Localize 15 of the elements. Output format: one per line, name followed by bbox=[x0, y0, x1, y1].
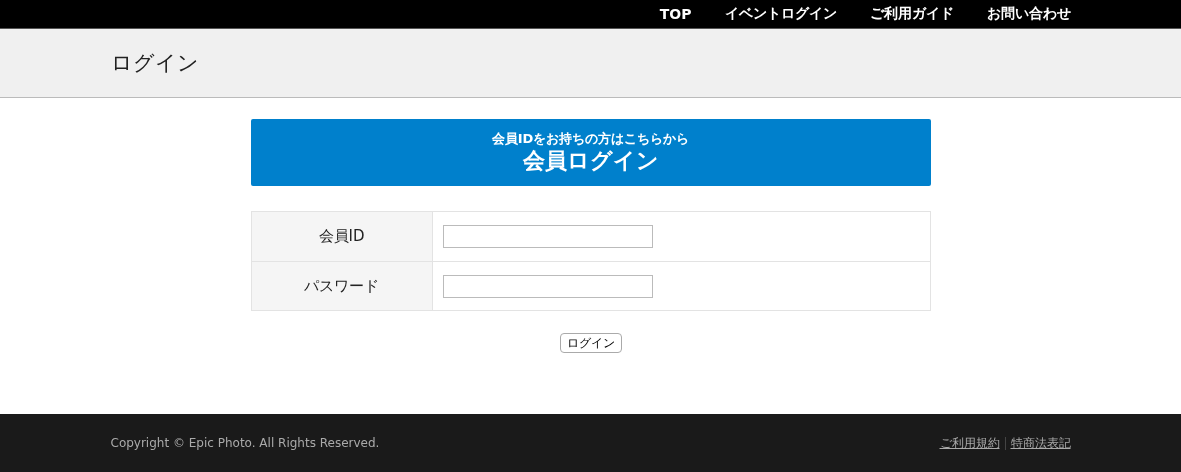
login-button[interactable]: ログイン bbox=[559, 333, 622, 353]
input-field[interactable] bbox=[442, 274, 653, 298]
banner-title: 会員ログイン bbox=[522, 147, 659, 175]
page-title: ログイン bbox=[110, 50, 199, 77]
banner-subtitle: 会員IDをお持ちの方はこちらから bbox=[491, 130, 690, 147]
copyright-text: Copyright © Epic Photo. All Rights Reserved. bbox=[110, 436, 380, 450]
field-label: 会員ID bbox=[318, 227, 365, 246]
nav-link[interactable]: お問い合わせ bbox=[986, 5, 1071, 23]
field-label: パスワード bbox=[304, 276, 379, 296]
nav-link[interactable]: TOP bbox=[659, 6, 692, 22]
nav-link[interactable]: イベントログイン bbox=[724, 5, 837, 23]
input-field[interactable] bbox=[442, 225, 653, 248]
nav-link[interactable]: ご利用ガイド bbox=[869, 5, 954, 23]
footer-link[interactable]: ご利用規約 bbox=[939, 434, 1000, 452]
footer-link[interactable]: 特商法表記 bbox=[1010, 434, 1071, 452]
